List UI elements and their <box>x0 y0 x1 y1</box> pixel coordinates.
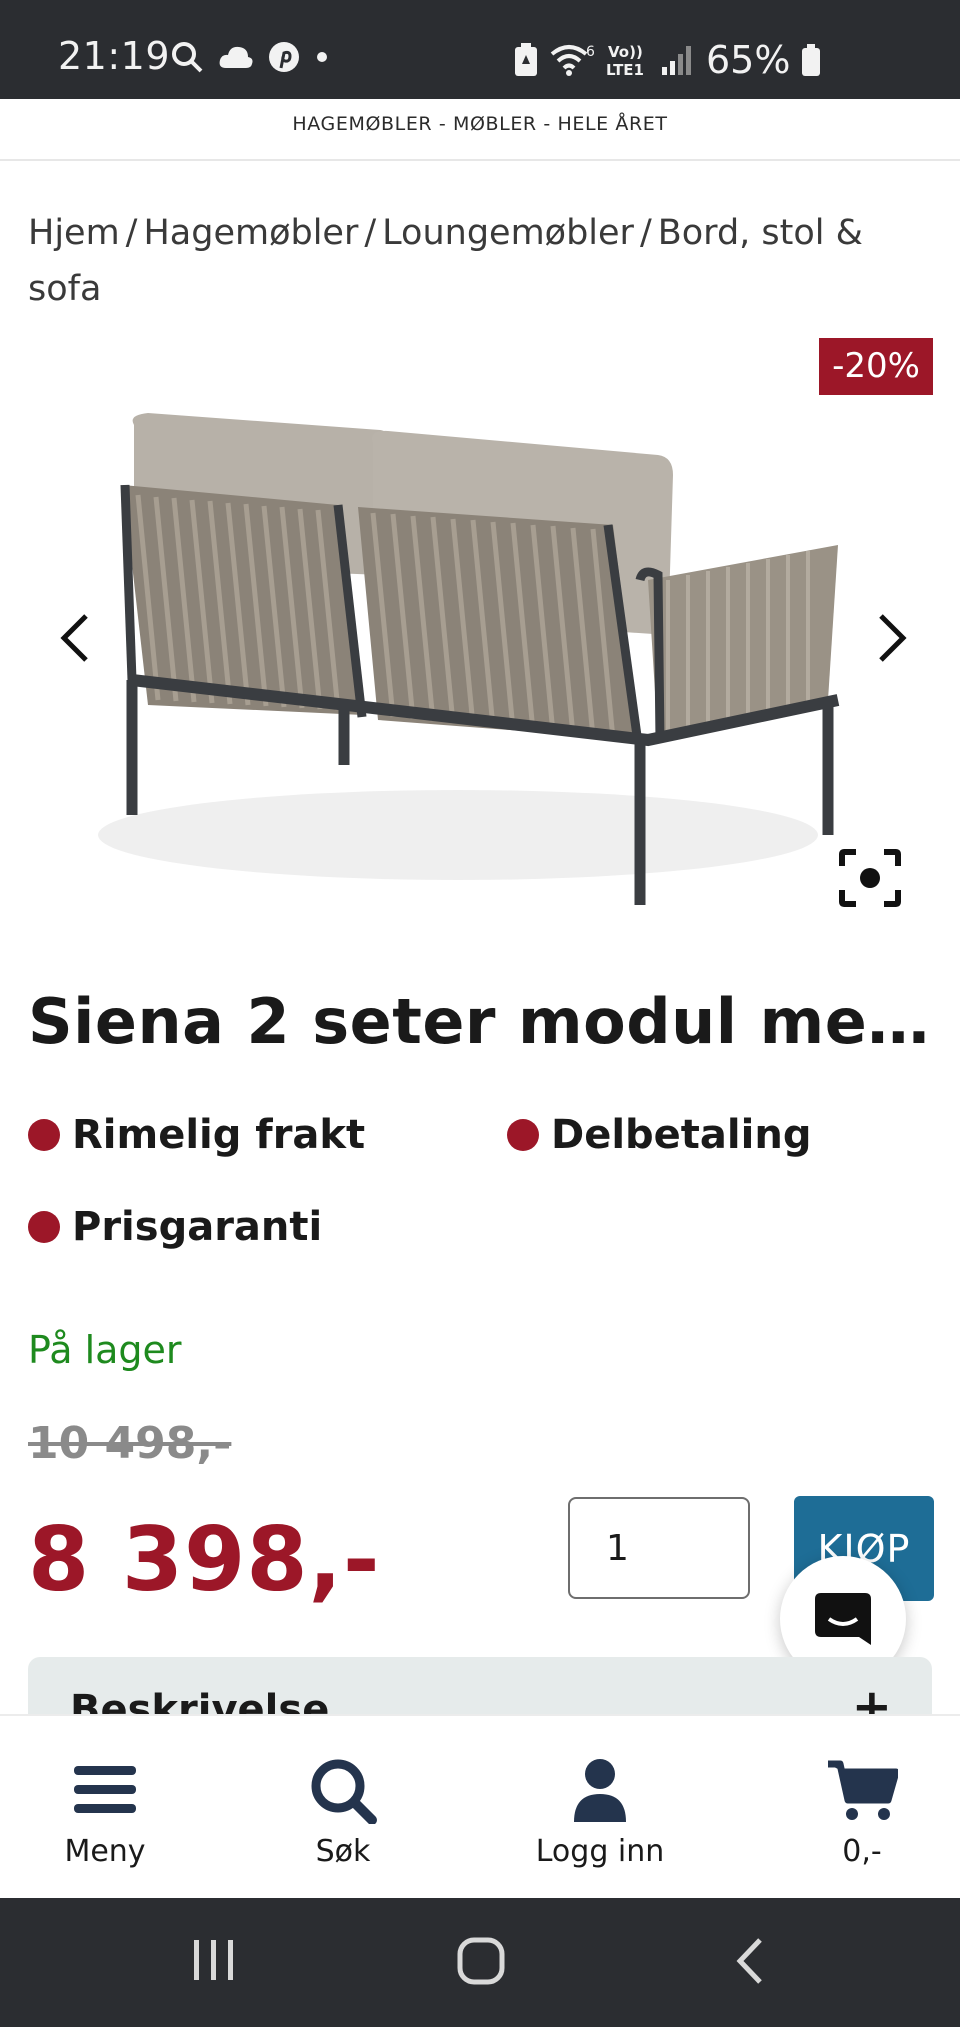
svg-text:LTE1: LTE1 <box>606 61 644 79</box>
chevron-right-icon[interactable] <box>865 608 915 668</box>
usp-label: Rimelig frakt <box>72 1112 366 1158</box>
pinterest-icon <box>269 42 299 72</box>
battery-percentage: 65% <box>706 38 791 82</box>
product-title: Siena 2 seter modul med a... <box>28 985 938 1058</box>
svg-text:Vo)): Vo)) <box>608 43 643 61</box>
cart-total: 0,- <box>842 1834 882 1869</box>
menu-icon <box>74 1766 136 1813</box>
quantity-input[interactable] <box>568 1497 750 1599</box>
bottom-nav: Meny Søk Logg inn 0,- <box>0 1714 960 1898</box>
description-label: Beskrivelse <box>70 1687 330 1717</box>
user-icon <box>574 1759 626 1822</box>
cart-icon <box>828 1760 898 1820</box>
status-icons-right: 6 Vo)) LTE1 65% <box>512 38 822 82</box>
system-nav-bar <box>0 1898 960 2027</box>
breadcrumb-separator: / <box>125 213 138 253</box>
status-bar: 21:19 6 Vo)) LTE1 65% <box>0 0 960 99</box>
wifi-6-icon: 6 <box>550 44 595 76</box>
site-header: HAGEMØBLER - MØBLER - HELE ÅRET <box>0 99 960 161</box>
nav-label: Logg inn <box>535 1834 665 1869</box>
home-icon[interactable] <box>456 1936 506 1986</box>
search-icon <box>311 1759 377 1824</box>
product-image[interactable] <box>28 335 932 905</box>
description-accordion[interactable]: Beskrivelse + <box>28 1657 932 1717</box>
cloud-icon <box>219 46 253 68</box>
breadcrumb-separator: / <box>639 213 652 253</box>
back-icon[interactable] <box>730 1936 770 1986</box>
battery-saver-icon <box>515 43 537 76</box>
volte-icon: Vo))LTE1 <box>606 43 644 79</box>
discount-badge: -20% <box>819 338 933 395</box>
breadcrumb-separator: / <box>364 213 377 253</box>
usp-delbetaling: Delbetaling <box>507 1112 811 1158</box>
sale-price: 8 398,- <box>28 1508 381 1611</box>
breadcrumb-item-hjem[interactable]: Hjem <box>28 213 120 253</box>
sofa-illustration <box>98 413 840 905</box>
usp-dot <box>28 1211 60 1243</box>
nav-label: Meny <box>64 1834 146 1869</box>
usp-label: Prisgaranti <box>72 1204 323 1250</box>
usp-prisgaranti: Prisgaranti <box>28 1204 322 1250</box>
breadcrumb-item-loungemobler[interactable]: Loungemøbler <box>382 213 634 253</box>
zoom-icon[interactable] <box>838 848 902 908</box>
breadcrumb: Hjem / Hagemøbler / Loungemøbler / Bord, stol … <box>28 205 928 317</box>
nav-item-login[interactable]: Logg inn <box>520 1716 680 1900</box>
search-icon <box>172 42 203 73</box>
usp-dot <box>28 1119 60 1151</box>
site-tagline: HAGEMØBLER - MØBLER - HELE ÅRET <box>292 113 668 135</box>
recent-apps-icon[interactable] <box>190 1936 238 1984</box>
old-price: 10 498,- <box>28 1418 232 1469</box>
usp-label: Delbetaling <box>551 1112 812 1158</box>
plus-icon: + <box>851 1679 892 1717</box>
nav-item-menu[interactable]: Meny <box>40 1716 170 1900</box>
svg-text:6: 6 <box>586 44 595 60</box>
stock-status: På lager <box>28 1328 182 1372</box>
breadcrumb-item-hagemobler[interactable]: Hagemøbler <box>143 213 358 253</box>
nav-label: Søk <box>315 1834 371 1869</box>
nav-item-search[interactable]: Søk <box>278 1716 408 1900</box>
status-time: 21:19 <box>58 34 171 78</box>
chat-icon <box>815 1593 871 1645</box>
dot-icon <box>317 52 327 62</box>
battery-icon <box>802 44 821 76</box>
usp-dot <box>507 1119 539 1151</box>
chevron-left-icon[interactable] <box>52 608 102 668</box>
status-icons-left <box>170 40 330 74</box>
usp-rimelig-frakt: Rimelig frakt <box>28 1112 365 1158</box>
signal-icon <box>662 46 691 75</box>
nav-item-cart[interactable]: 0,- <box>800 1716 924 1900</box>
